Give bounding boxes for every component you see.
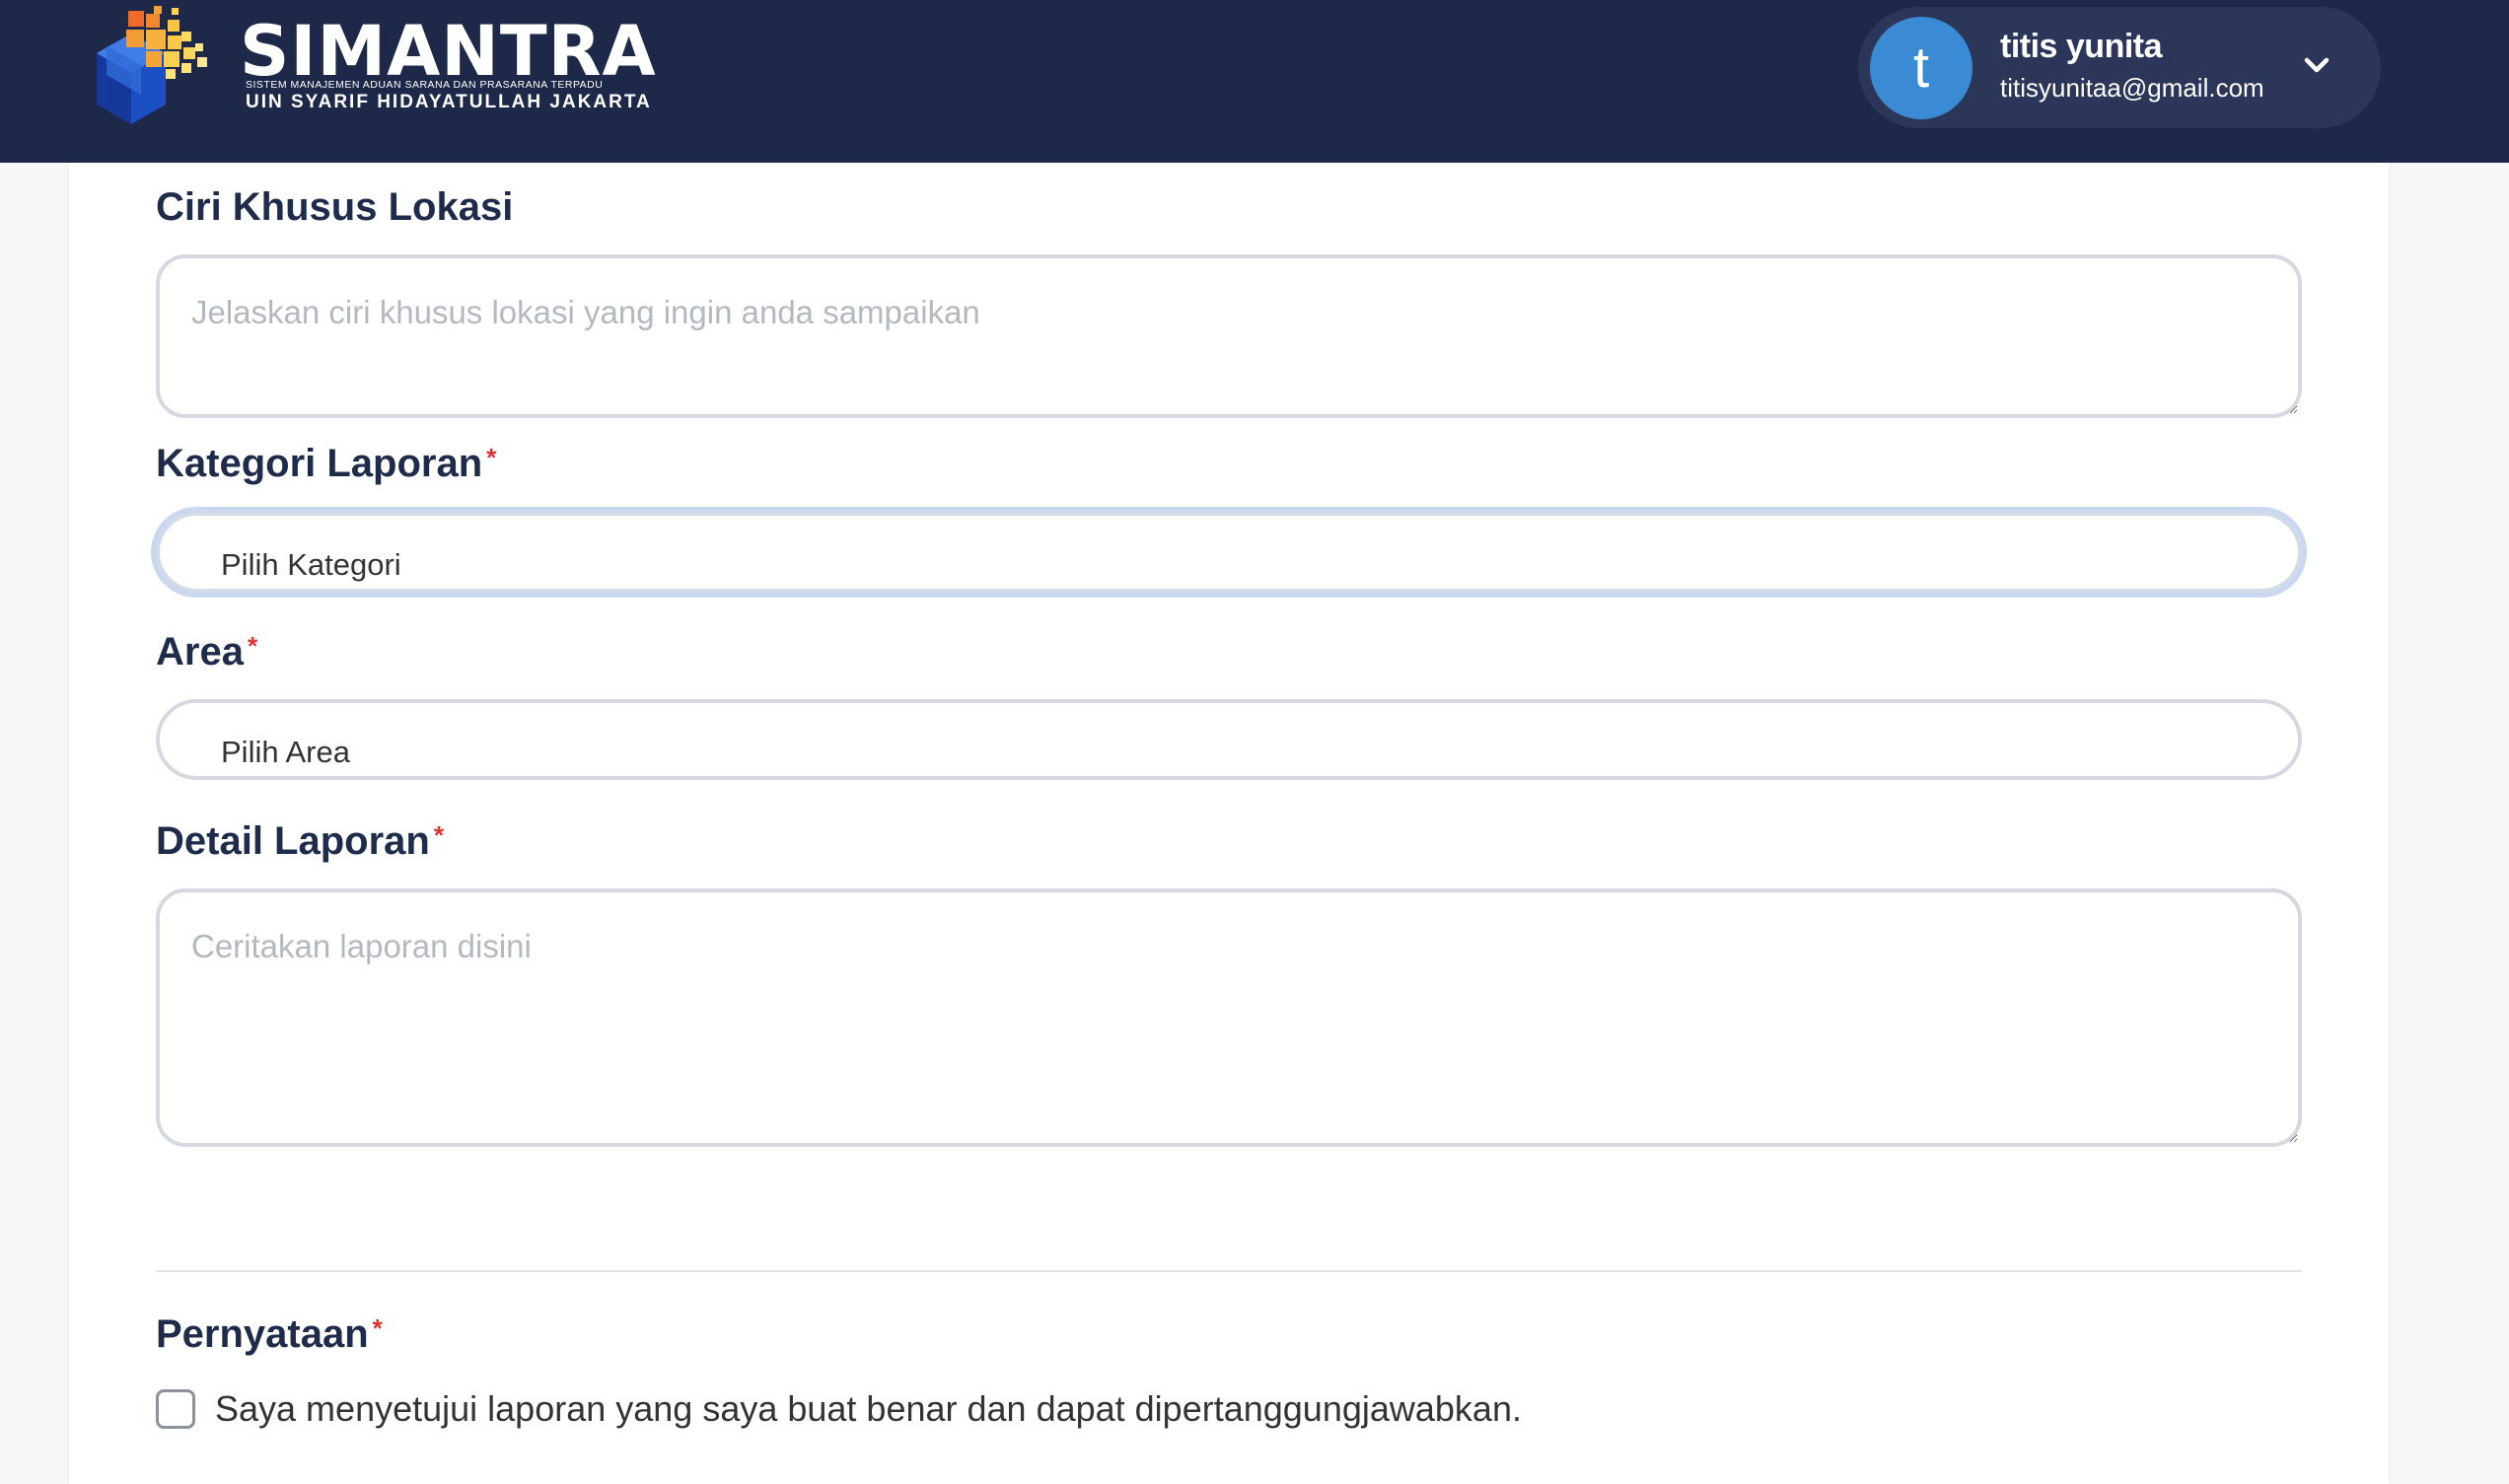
area-label: Area * [156,628,257,675]
ciri-khusus-lokasi-textarea[interactable] [156,254,2302,418]
kategori-laporan-label-text: Kategori Laporan [156,442,483,485]
required-marker: * [372,1313,383,1343]
user-email: titisyunitaa@gmail.com [2000,73,2264,103]
ciri-khusus-lokasi-label: Ciri Khusus Lokasi [156,183,513,231]
pernyataan-label-text: Pernyataan [156,1312,369,1356]
required-marker: * [486,443,497,472]
detail-laporan-label: Detail Laporan * [156,817,444,865]
area-select-value: Pilih Area [221,735,350,769]
required-marker: * [433,820,444,850]
pernyataan-checkbox[interactable] [156,1389,195,1429]
area-select[interactable]: Pilih Area [156,699,2302,780]
ciri-khusus-lokasi-label-text: Ciri Khusus Lokasi [156,185,514,229]
avatar: t [1870,17,1972,119]
chevron-down-icon[interactable] [2302,50,2331,80]
report-form-card: Ciri Khusus Lokasi Kategori Laporan* Pil… [69,163,2389,1484]
brand-tagline: SISTEM MANAJEMEN ADUAN SARANA DAN PRASAR… [246,79,604,91]
pernyataan-checkbox-label[interactable]: Saya menyetujui laporan yang saya buat b… [215,1387,1522,1431]
area-label-text: Area [156,630,244,673]
section-divider [156,1270,2302,1272]
kategori-laporan-select[interactable]: Pilih Kategori [156,512,2302,593]
detail-laporan-textarea[interactable] [156,888,2302,1147]
simantra-logo-icon [97,6,207,124]
pernyataan-label: Pernyataan * [156,1310,383,1358]
detail-laporan-label-text: Detail Laporan [156,819,430,863]
kategori-laporan-label: Kategori Laporan * [156,440,496,487]
top-navbar: SIMANTRA SISTEM MANAJEMEN ADUAN SARANA D… [0,0,2509,163]
kategori-laporan-select-value: Pilih Kategori [221,547,401,582]
required-marker: * [247,631,258,661]
user-name: titis yunita [2000,28,2163,65]
brand-institution: UIN SYARIF HIDAYATULLAH JAKARTA [246,92,652,112]
user-menu-button[interactable]: t titis yunita titisyunitaa@gmail.com [1858,7,2381,128]
